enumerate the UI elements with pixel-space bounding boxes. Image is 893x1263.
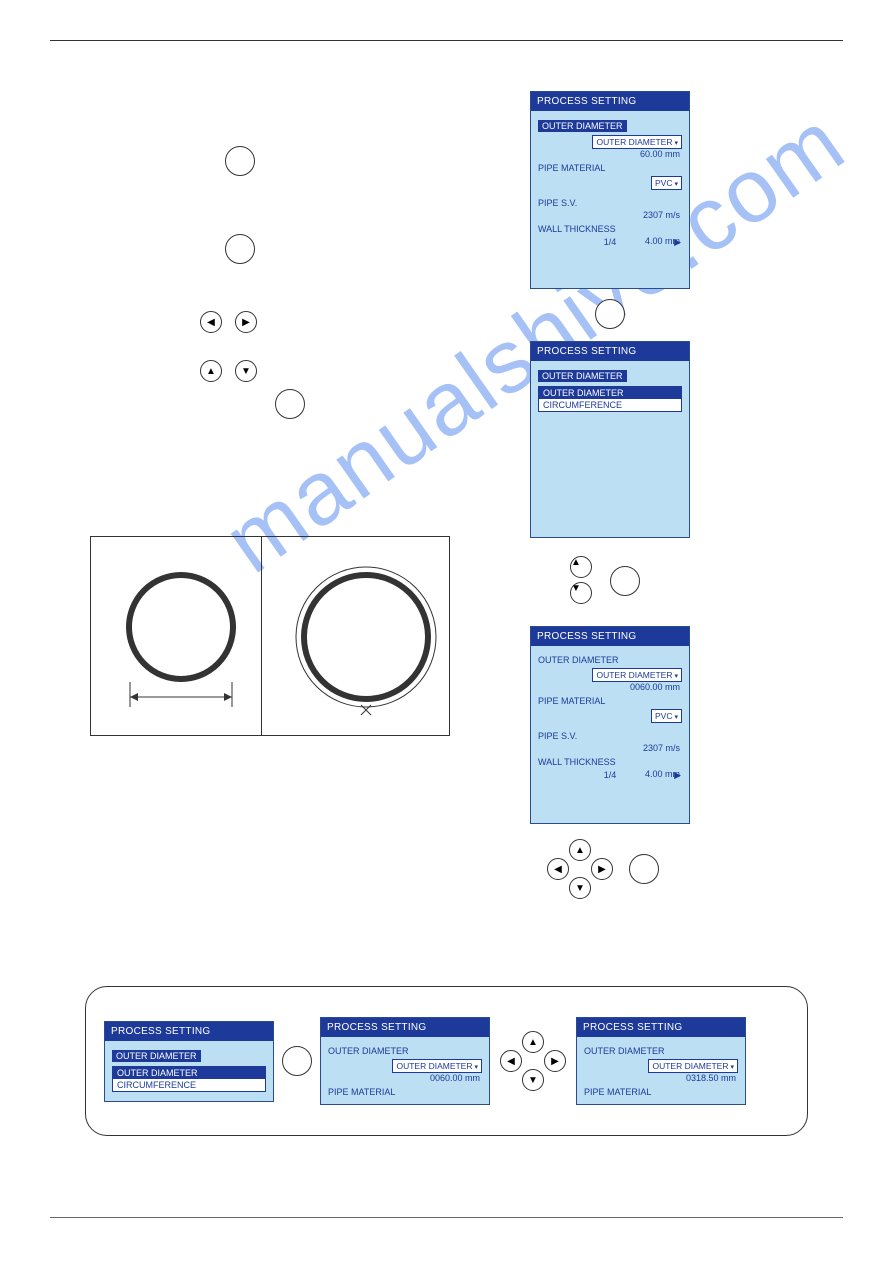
left-arrow-icon: ◀ xyxy=(500,1050,522,1072)
panel-title: PROCESS SETTING xyxy=(321,1018,489,1037)
field-label: PIPE S.V. xyxy=(538,731,682,741)
field-label: OUTER DIAMETER xyxy=(538,655,682,665)
panel-title: PROCESS SETTING xyxy=(531,342,689,361)
field-label: PIPE MATERIAL xyxy=(584,1087,738,1097)
page-indicator: 1/4 xyxy=(604,770,617,780)
field-label-highlighted: OUTER DIAMETER xyxy=(112,1050,201,1062)
step-button xyxy=(595,299,625,329)
field-label: PIPE MATERIAL xyxy=(538,696,682,706)
device-screen-3: PROCESS SETTING OUTER DIAMETER OUTER DIA… xyxy=(530,626,690,824)
pipe-diagram xyxy=(90,536,450,736)
right-arrow-icon: ▶ xyxy=(591,858,613,880)
down-arrow-icon: ▼ xyxy=(569,877,591,899)
sequence-strip: PROCESS SETTING OUTER DIAMETER OUTER DIA… xyxy=(85,986,808,1136)
panel-title: PROCESS SETTING xyxy=(531,627,689,646)
outer-diameter-value: 0060.00 mm xyxy=(538,682,680,692)
down-arrow-icon: ▼ xyxy=(522,1069,544,1091)
panel-title: PROCESS SETTING xyxy=(577,1018,745,1037)
device-screen-mini-a: PROCESS SETTING OUTER DIAMETER OUTER DIA… xyxy=(104,1021,274,1102)
page-indicator: 1/4 xyxy=(604,237,617,247)
up-arrow-icon: ▲ xyxy=(569,839,591,861)
panel-title: PROCESS SETTING xyxy=(105,1022,273,1041)
step-button xyxy=(225,146,255,176)
device-screen-1: PROCESS SETTING OUTER DIAMETER OUTER DIA… xyxy=(530,91,690,289)
left-arrow-icon: ◀ xyxy=(547,858,569,880)
list-item[interactable]: CIRCUMFERENCE xyxy=(539,399,681,411)
field-label-highlighted: OUTER DIAMETER xyxy=(538,370,627,382)
dropdown-outer-diameter[interactable]: OUTER DIAMETER xyxy=(592,135,682,149)
dropdown-pipe-material[interactable]: PVC xyxy=(651,709,682,723)
list-item[interactable]: OUTER DIAMETER xyxy=(539,387,681,399)
step-button xyxy=(282,1046,312,1076)
right-arrow-icon: ▶ xyxy=(235,311,257,333)
step-button xyxy=(610,566,640,596)
list-item[interactable]: OUTER DIAMETER xyxy=(113,1067,265,1079)
dropdown-outer-diameter[interactable]: OUTER DIAMETER xyxy=(392,1059,482,1073)
dropdown-outer-diameter[interactable]: OUTER DIAMETER xyxy=(648,1059,738,1073)
device-screen-mini-b: PROCESS SETTING OUTER DIAMETER OUTER DIA… xyxy=(320,1017,490,1105)
step-button xyxy=(629,854,659,884)
down-arrow-icon: ▼ xyxy=(570,582,592,604)
field-label: PIPE MATERIAL xyxy=(328,1087,482,1097)
dropdown-open-list[interactable]: OUTER DIAMETER CIRCUMFERENCE xyxy=(112,1066,266,1092)
pipe-sv-value: 2307 m/s xyxy=(538,210,680,220)
list-item[interactable]: CIRCUMFERENCE xyxy=(113,1079,265,1091)
down-arrow-icon: ▼ xyxy=(235,360,257,382)
pipe-outer-diameter-diagram xyxy=(116,557,246,717)
up-arrow-icon: ▲ xyxy=(200,360,222,382)
up-arrow-icon: ▲ xyxy=(522,1031,544,1053)
field-label: OUTER DIAMETER xyxy=(584,1046,738,1056)
dropdown-outer-diameter[interactable]: OUTER DIAMETER xyxy=(592,668,682,682)
step-button xyxy=(225,234,255,264)
field-label-highlighted: OUTER DIAMETER xyxy=(538,120,627,132)
dpad-icon: ▲ ▼ ◀ ▶ xyxy=(545,839,615,899)
outer-diameter-value: 60.00 mm xyxy=(538,149,680,159)
outer-diameter-value: 0318.50 mm xyxy=(584,1073,736,1083)
outer-diameter-value: 0060.00 mm xyxy=(328,1073,480,1083)
step-button xyxy=(275,389,305,419)
field-label: WALL THICKNESS xyxy=(538,757,682,767)
left-arrow-icon: ◀ xyxy=(200,311,222,333)
field-label: PIPE MATERIAL xyxy=(538,163,682,173)
field-label: PIPE S.V. xyxy=(538,198,682,208)
dropdown-pipe-material[interactable]: PVC xyxy=(651,176,682,190)
right-arrow-icon: ▶ xyxy=(544,1050,566,1072)
device-screen-mini-c: PROCESS SETTING OUTER DIAMETER OUTER DIA… xyxy=(576,1017,746,1105)
dpad-icon: ▲ ▼ ◀ ▶ xyxy=(498,1031,568,1091)
field-label: WALL THICKNESS xyxy=(538,224,682,234)
next-page-icon: ▶ xyxy=(674,770,681,781)
field-label: OUTER DIAMETER xyxy=(328,1046,482,1056)
device-screen-2: PROCESS SETTING OUTER DIAMETER OUTER DIA… xyxy=(530,341,690,538)
next-page-icon: ▶ xyxy=(674,237,681,248)
dropdown-open-list[interactable]: OUTER DIAMETER CIRCUMFERENCE xyxy=(538,386,682,412)
pipe-circumference-diagram xyxy=(291,557,441,727)
up-arrow-icon: ▲ xyxy=(570,556,592,578)
pipe-sv-value: 2307 m/s xyxy=(538,743,680,753)
panel-title: PROCESS SETTING xyxy=(531,92,689,111)
